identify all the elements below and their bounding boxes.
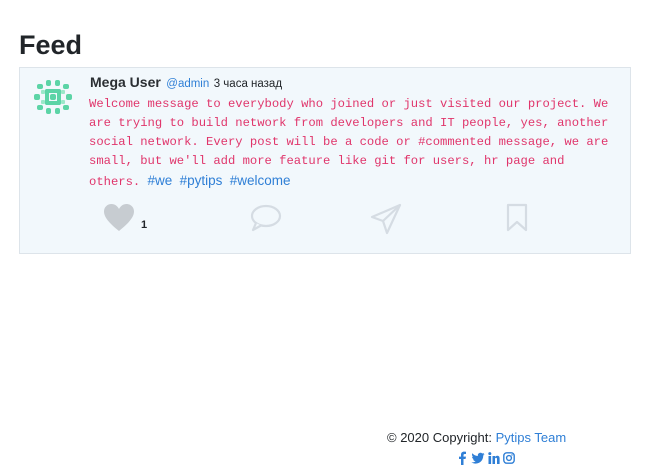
comment-icon[interactable] bbox=[250, 203, 282, 238]
social-links bbox=[456, 451, 515, 465]
post-timestamp: 3 часа назад bbox=[213, 78, 283, 90]
hashtag-pytips[interactable]: #pytips bbox=[180, 173, 223, 188]
share-icon[interactable] bbox=[370, 203, 402, 240]
like-count: 1 bbox=[141, 219, 148, 231]
copyright-text: © 2020 Copyright: bbox=[387, 430, 492, 445]
post-body: Welcome message to everybody who joined … bbox=[89, 95, 619, 192]
hashtag-we[interactable]: #we bbox=[148, 173, 173, 188]
facebook-icon[interactable] bbox=[456, 451, 468, 465]
post-card: Mega User @admin 3 часа назад Welcome me… bbox=[19, 67, 631, 254]
twitter-icon[interactable] bbox=[471, 451, 485, 465]
post-header: Mega User @admin 3 часа назад bbox=[90, 73, 282, 93]
page-title: Feed bbox=[19, 30, 83, 60]
linkedin-icon[interactable] bbox=[488, 451, 500, 465]
bookmark-icon[interactable] bbox=[506, 203, 528, 238]
team-link[interactable]: Pytips Team bbox=[496, 430, 567, 445]
author-handle[interactable]: @admin bbox=[166, 78, 209, 90]
author-name[interactable]: Mega User bbox=[90, 74, 161, 90]
hashtag-welcome[interactable]: #welcome bbox=[230, 173, 291, 188]
heart-icon[interactable] bbox=[103, 203, 135, 238]
copyright: © 2020 Copyright: Pytips Team bbox=[387, 430, 566, 446]
avatar[interactable] bbox=[31, 75, 75, 119]
instagram-icon[interactable] bbox=[503, 451, 515, 465]
